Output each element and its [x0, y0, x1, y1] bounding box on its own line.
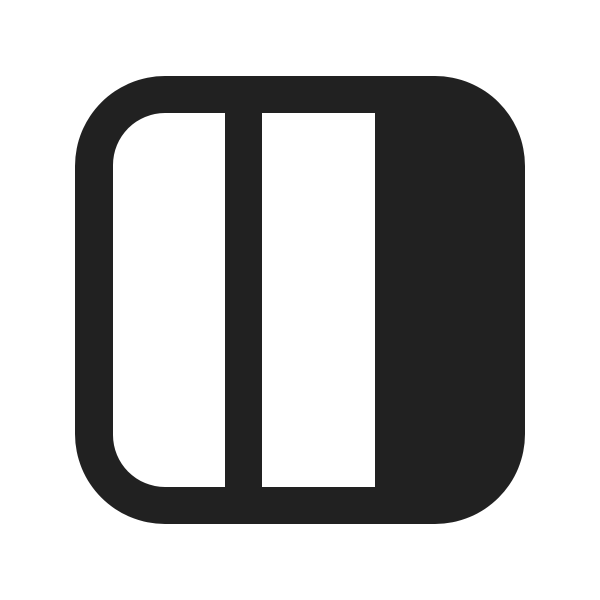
layout-frame: [75, 76, 525, 524]
icon-canvas: [0, 0, 600, 600]
three-column-layout-icon: [75, 76, 525, 524]
